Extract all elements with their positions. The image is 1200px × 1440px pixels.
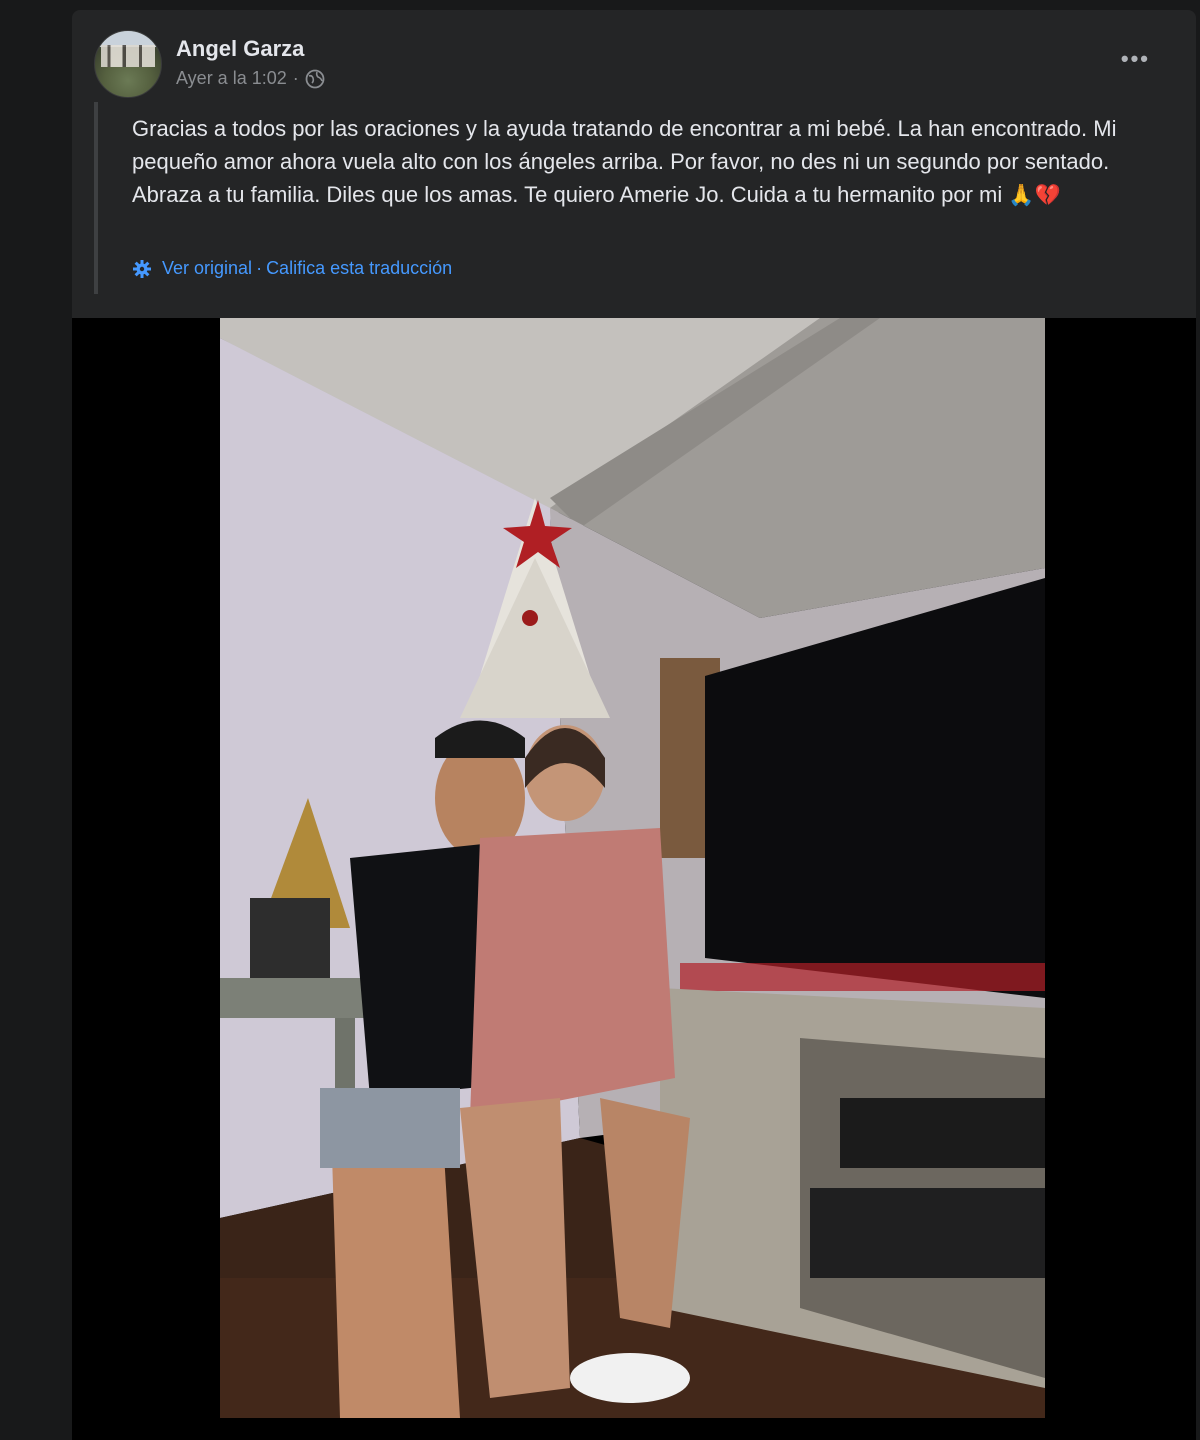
pray-emoji: 🙏 — [1008, 184, 1035, 207]
post-text: Gracias a todos por las oraciones y la a… — [132, 112, 1162, 212]
translation-links: Ver original · Califica esta traducción — [132, 258, 452, 279]
more-options-button[interactable]: ••• — [1121, 46, 1150, 72]
post-header: Angel Garza Ayer a la 1:02 · ••• — [94, 30, 1174, 100]
avatar[interactable] — [94, 30, 162, 98]
author-name[interactable]: Angel Garza — [176, 36, 304, 62]
translation-separator: · — [256, 258, 263, 278]
view-original-link[interactable]: Ver original — [162, 258, 252, 279]
globe-icon — [305, 69, 325, 88]
timestamp[interactable]: Ayer a la 1:02 — [176, 68, 287, 89]
photo-container[interactable] — [72, 318, 1196, 1440]
gear-icon[interactable] — [132, 259, 152, 279]
post-body: Gracias a todos por las oraciones y la a… — [94, 102, 1158, 294]
rate-translation-link[interactable]: Califica esta traducción — [266, 258, 452, 279]
meta-separator: · — [292, 68, 299, 88]
post-meta: Ayer a la 1:02 · — [176, 68, 325, 89]
post-card: Angel Garza Ayer a la 1:02 · ••• Gracias… — [72, 10, 1196, 1440]
broken-heart-emoji: 💔 — [1034, 184, 1061, 207]
post-text-content: Gracias a todos por las oraciones y la a… — [132, 116, 1117, 207]
post-photo[interactable] — [220, 318, 1045, 1418]
